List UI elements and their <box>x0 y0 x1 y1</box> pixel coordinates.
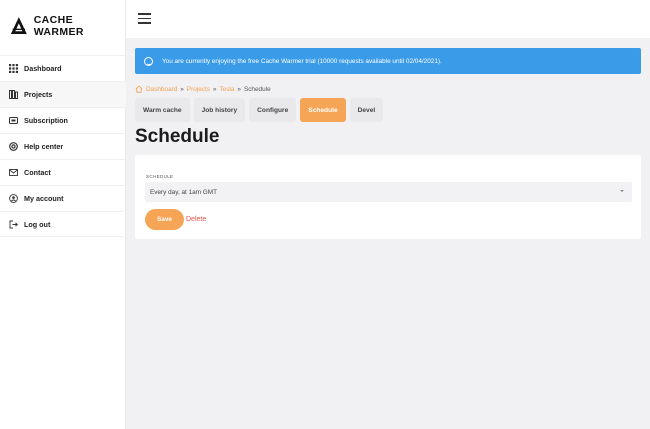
save-button[interactable]: Save <box>145 209 184 230</box>
grid-icon <box>9 64 18 73</box>
hamburger-menu-icon[interactable] <box>138 13 151 24</box>
trial-banner-text: You are currently enjoying the free Cach… <box>162 57 442 65</box>
page-title: Schedule <box>135 126 220 147</box>
tab-warm-cache[interactable]: Warm cache <box>135 98 190 122</box>
envelope-icon <box>9 168 18 177</box>
trial-banner: You are currently enjoying the free Cach… <box>135 48 641 74</box>
sidebar-item-subscription[interactable]: Subscription <box>0 107 126 133</box>
lifebuoy-icon <box>9 142 18 151</box>
logout-icon <box>9 220 18 229</box>
ticket-icon <box>9 116 18 125</box>
sidebar-item-dashboard[interactable]: Dashboard <box>0 55 126 81</box>
sidebar-item-label: My account <box>24 194 64 203</box>
sidebar-item-log-out[interactable]: Log out <box>0 211 126 237</box>
project-tabs: Warm cache Job history Configure Schedul… <box>135 98 384 122</box>
breadcrumb-separator: » <box>180 85 184 93</box>
sidebar: CACHE WARMER Dashboard Projects Subscrip… <box>0 0 126 429</box>
delete-link[interactable]: Delete <box>186 216 206 223</box>
tab-devel[interactable]: Devel <box>349 98 384 122</box>
sidebar-item-contact[interactable]: Contact <box>0 159 126 185</box>
logo-icon <box>10 17 27 34</box>
sidebar-item-help-center[interactable]: Help center <box>0 133 126 159</box>
sidebar-item-label: Help center <box>24 142 64 151</box>
breadcrumb-current: Schedule <box>243 85 271 93</box>
schedule-field-label: SCHEDULE <box>146 174 174 179</box>
schedule-select[interactable]: Every day, at 1am GMT <box>145 182 632 202</box>
sidebar-item-label: Subscription <box>24 116 68 125</box>
schedule-form-card: SCHEDULE Every day, at 1am GMT Save Dele… <box>135 155 641 239</box>
brand-name: CACHE WARMER <box>33 14 84 38</box>
sidebar-nav: Dashboard Projects Subscription Help cen… <box>0 55 126 237</box>
breadcrumb: Dashboard » Projects » Tesla » Schedule <box>135 85 271 93</box>
sidebar-item-label: Contact <box>24 168 51 177</box>
top-bar <box>126 0 650 38</box>
breadcrumb-project-link[interactable]: Tesla <box>219 86 234 93</box>
tab-job-history[interactable]: Job history <box>193 98 246 122</box>
brand[interactable]: CACHE WARMER <box>10 14 125 38</box>
smiley-icon <box>144 56 153 66</box>
home-icon <box>135 85 143 93</box>
sidebar-item-my-account[interactable]: My account <box>0 185 126 211</box>
tab-schedule[interactable]: Schedule <box>300 98 346 122</box>
tab-configure[interactable]: Configure <box>249 98 297 122</box>
breadcrumb-dashboard-link[interactable]: Dashboard <box>146 86 177 93</box>
sidebar-item-label: Log out <box>24 219 51 229</box>
sidebar-item-label: Projects <box>24 90 53 99</box>
caret-down-icon <box>620 190 624 192</box>
breadcrumb-projects-link[interactable]: Projects <box>187 86 210 93</box>
user-circle-icon <box>9 194 18 203</box>
projects-icon <box>9 90 18 99</box>
sidebar-item-projects[interactable]: Projects <box>0 81 126 107</box>
breadcrumb-separator: » <box>212 85 217 93</box>
schedule-select-value: Every day, at 1am GMT <box>150 188 218 196</box>
breadcrumb-separator: » <box>237 85 241 93</box>
sidebar-item-label: Dashboard <box>24 64 62 73</box>
